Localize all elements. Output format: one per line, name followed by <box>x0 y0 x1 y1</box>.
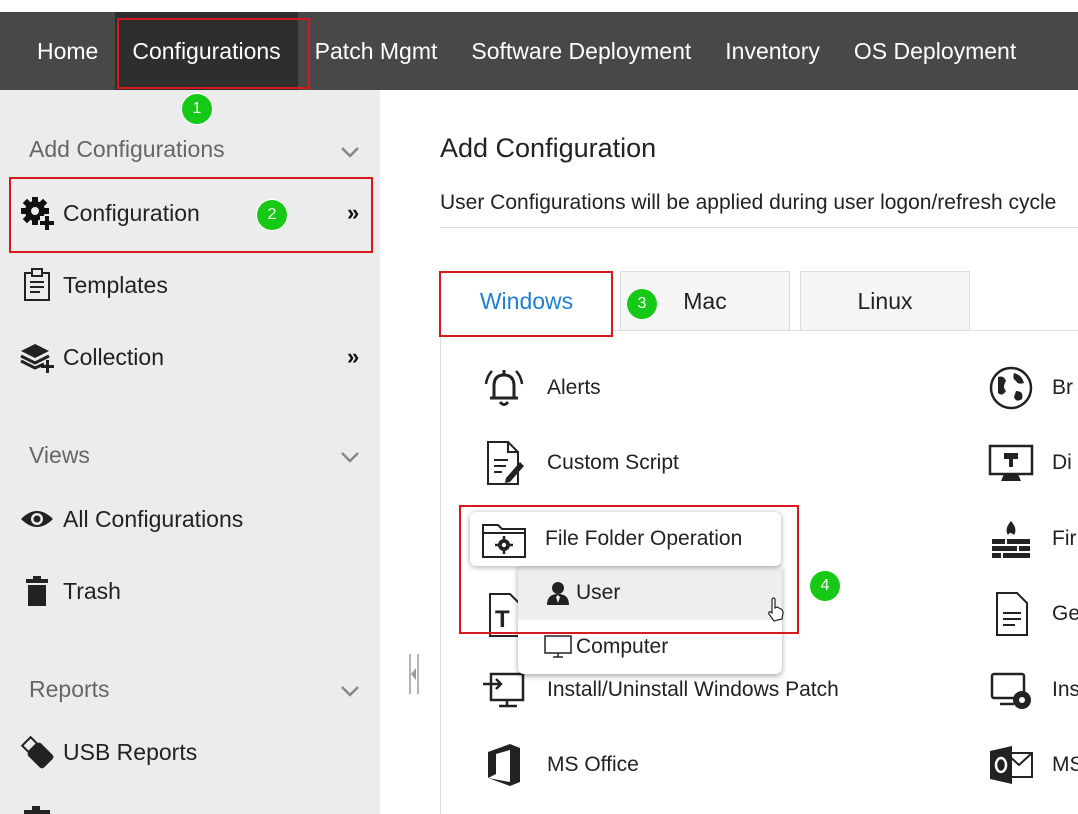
script-edit-icon <box>481 440 527 486</box>
eye-icon <box>20 502 54 536</box>
config-item-ms-outlook[interactable]: MS <box>988 742 1078 788</box>
divider <box>440 227 1078 228</box>
config-item-display[interactable]: Di <box>988 440 1072 486</box>
config-item-ms-office[interactable]: MS Office <box>481 742 639 788</box>
sidebar-item-label: Configuration <box>63 199 200 226</box>
step-badge: 2 <box>256 199 288 231</box>
popup-title: File Folder Operation <box>545 527 743 550</box>
folder-gear-icon <box>480 517 528 561</box>
config-item-custom-script[interactable]: Custom Script <box>481 440 679 486</box>
stack-plus-icon <box>20 340 54 374</box>
sidebar-item-label: Collection <box>63 343 164 370</box>
globe-icon <box>988 365 1034 411</box>
nav-inventory[interactable]: Inventory <box>708 12 837 90</box>
step-badge: 1 <box>181 93 213 125</box>
config-item-label: MS Office <box>547 753 639 776</box>
popup-option-user[interactable]: User <box>518 566 782 620</box>
sidebar-item-label: Trash <box>63 577 121 604</box>
step-badge: 4 <box>809 570 841 602</box>
sidebar-item-trash[interactable]: Trash <box>20 574 121 608</box>
nav-patch-mgmt[interactable]: Patch Mgmt <box>298 12 455 90</box>
svg-text:T: T <box>495 606 510 633</box>
config-item-label: Br <box>1052 376 1073 399</box>
nav-configurations[interactable]: Configurations <box>115 12 298 90</box>
sidebar-item-usb-reports[interactable]: USB Reports <box>20 735 197 769</box>
config-item-browser[interactable]: Br <box>988 365 1073 411</box>
sidebar-item-templates[interactable]: Templates <box>20 268 168 302</box>
sidebar-item-label: USB Reports <box>63 738 198 765</box>
sidebar-item-all-configurations[interactable]: All Configurations <box>20 502 243 536</box>
config-item-label: Alerts <box>547 376 601 399</box>
usb-icon <box>20 735 54 769</box>
expand-arrow-icon[interactable]: » <box>347 344 359 370</box>
config-item-label: Ins <box>1052 678 1078 701</box>
chevron-down-icon[interactable] <box>340 450 360 464</box>
popup-option-label: Computer <box>576 635 669 658</box>
top-navigation: Home Configurations Patch Mgmt Software … <box>0 12 1078 90</box>
clipboard-icon <box>20 268 54 302</box>
nav-software-deployment[interactable]: Software Deployment <box>454 12 708 90</box>
step-badge: 3 <box>626 288 658 320</box>
config-item-general[interactable]: Ge <box>988 591 1078 637</box>
section-header-views[interactable]: Views <box>29 442 90 469</box>
config-item-label: MS <box>1052 753 1078 776</box>
hand-cursor-icon <box>768 597 784 622</box>
popup-submenu: User Computer <box>518 566 782 674</box>
config-item-label: Install/Uninstall Windows Patch <box>547 678 839 701</box>
popup-file-folder-operation[interactable]: File Folder Operation <box>470 512 781 566</box>
display-icon <box>988 440 1034 486</box>
tab-linux[interactable]: Linux <box>800 271 970 331</box>
sidebar: Add Configurations Configuration » Templ… <box>0 90 380 814</box>
partial-icon <box>24 806 50 814</box>
trash-icon <box>20 574 54 608</box>
ms-outlook-icon <box>988 742 1034 788</box>
section-header-add-configurations[interactable]: Add Configurations <box>29 136 225 163</box>
config-item-label: Ge <box>1052 602 1078 625</box>
ms-office-icon <box>481 742 527 788</box>
popup-option-label: User <box>576 581 621 604</box>
document-icon <box>988 591 1034 637</box>
config-item-label: Fir <box>1052 527 1077 550</box>
tab-divider <box>612 330 1078 331</box>
sidebar-item-collection[interactable]: Collection <box>20 340 164 374</box>
page-title: Add Configuration <box>440 133 657 163</box>
panel-border <box>440 331 441 814</box>
config-item-alerts[interactable]: Alerts <box>481 365 601 411</box>
tab-windows[interactable]: Windows <box>440 271 612 331</box>
sidebar-item-configuration[interactable]: Configuration <box>20 196 200 230</box>
chevron-down-icon[interactable] <box>340 145 360 159</box>
section-header-reports[interactable]: Reports <box>29 676 110 703</box>
sidebar-item-label: All Configurations <box>63 505 244 532</box>
gear-plus-icon <box>20 196 54 230</box>
user-icon <box>546 581 570 605</box>
nav-os-deployment[interactable]: OS Deployment <box>837 12 1033 90</box>
config-item-firewall[interactable]: Fir <box>988 516 1077 562</box>
firewall-icon <box>988 516 1034 562</box>
bell-icon <box>481 365 527 411</box>
chevron-down-icon[interactable] <box>340 684 360 698</box>
config-item-install[interactable]: Ins <box>988 667 1078 713</box>
top-strip <box>0 0 1078 12</box>
sidebar-item-label: Templates <box>63 271 168 298</box>
page-description: User Configurations will be applied duri… <box>440 191 1057 214</box>
expand-arrow-icon[interactable]: » <box>347 200 359 226</box>
nav-home[interactable]: Home <box>0 12 115 90</box>
computer-icon <box>544 635 572 659</box>
panel-splitter-handle[interactable] <box>408 654 420 694</box>
config-item-label: Custom Script <box>547 451 679 474</box>
install-disk-icon <box>988 667 1034 713</box>
config-item-label: Di <box>1052 451 1072 474</box>
popup-option-computer[interactable]: Computer <box>518 620 782 674</box>
